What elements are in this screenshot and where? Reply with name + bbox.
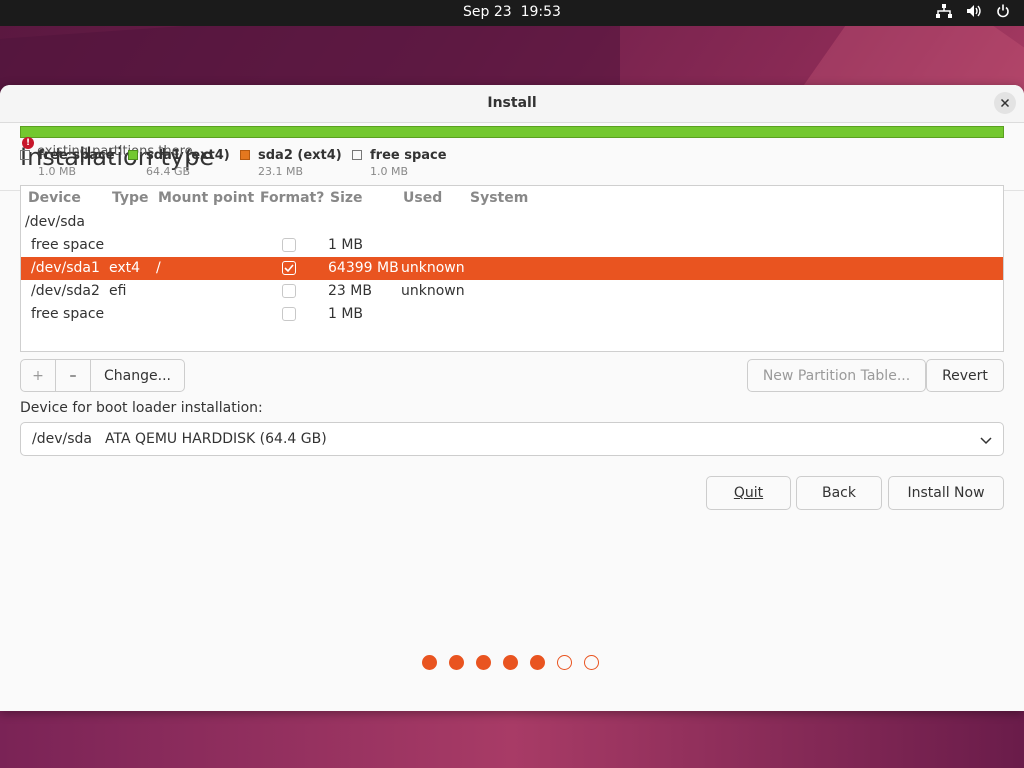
step-dot [584,655,599,670]
table-row[interactable]: /dev/sda [21,211,1003,234]
used-cell: unknown [401,260,465,276]
progress-steps [422,655,599,670]
table-row-selected[interactable]: /dev/sda1 ext4 / 64399 MB unknown [21,257,1003,280]
window-title: Install [487,95,537,111]
device-cell: free space [31,237,105,253]
format-checkbox[interactable] [282,284,296,298]
revert-button[interactable]: Revert [926,359,1004,392]
change-partition-button[interactable]: Change... [91,360,184,391]
legend-swatch [20,150,30,160]
device-cell: /dev/sda1 [31,260,100,276]
legend-size: 1.0 MB [370,165,409,178]
boot-loader-select[interactable]: /dev/sda ATA QEMU HARDDISK (64.4 GB) [20,422,1004,456]
quit-button[interactable]: Quit [706,476,791,510]
close-button[interactable] [994,92,1016,114]
size-cell: 1 MB [328,306,364,322]
power-icon[interactable] [996,4,1010,18]
device-cell: free space [31,306,105,322]
network-icon[interactable] [936,4,952,18]
size-cell: 64399 MB [328,260,399,276]
install-now-button[interactable]: Install Now [888,476,1004,510]
top-bar: Sep 23 19:53 [0,0,1024,26]
back-button[interactable]: Back [796,476,882,510]
column-header-type[interactable]: Type [112,190,149,206]
step-dot [557,655,572,670]
volume-icon[interactable] [966,4,982,18]
column-header-device[interactable]: Device [28,190,81,206]
boot-device-description: ATA QEMU HARDDISK (64.4 GB) [105,431,327,447]
used-cell: unknown [401,283,465,299]
legend-label: free space [38,148,115,163]
column-header-mount[interactable]: Mount point [158,190,254,206]
boot-loader-label: Device for boot loader installation: [20,400,263,416]
partition-bar [20,126,1004,138]
size-cell: 1 MB [328,237,364,253]
clock-date: Sep 23 [463,4,512,20]
legend-size: 23.1 MB [258,165,304,178]
step-dot [503,655,518,670]
type-cell: ext4 [109,260,141,276]
step-dot [449,655,464,670]
step-dot [422,655,437,670]
clock[interactable]: Sep 23 19:53 [0,4,1024,20]
partition-toolbar: + – Change... [20,359,185,392]
legend-size: 64.4 GB [146,165,191,178]
step-dot [530,655,545,670]
legend-label: sda1 (ext4) [146,148,230,163]
system-tray[interactable] [936,4,1010,18]
legend-swatch [240,150,250,160]
legend-size: 1.0 MB [38,165,77,178]
format-checkbox[interactable] [282,238,296,252]
size-cell: 23 MB [328,283,372,299]
table-row[interactable]: free space 1 MB [21,303,1003,326]
type-cell: efi [109,283,127,299]
legend-swatch [128,150,138,160]
new-partition-table-button[interactable]: New Partition Table... [747,359,926,392]
format-checkbox[interactable] [282,261,296,275]
clock-time: 19:53 [520,4,561,20]
close-icon [1000,98,1010,108]
format-checkbox[interactable] [282,307,296,321]
legend-swatch [352,150,362,160]
column-header-size[interactable]: Size [330,190,363,206]
add-partition-button[interactable]: + [21,360,55,391]
table-row[interactable]: /dev/sda2 efi 23 MB unknown [21,280,1003,303]
device-cell: /dev/sda2 [31,283,100,299]
table-row[interactable]: free space 1 MB [21,234,1003,257]
column-header-system[interactable]: System [470,190,528,206]
chevron-down-icon [980,433,992,449]
step-dot [476,655,491,670]
boot-device: /dev/sda [32,431,92,447]
partition-table[interactable]: Device Type Mount point Format? Size Use… [20,185,1004,352]
checkmark-icon [284,264,294,273]
column-header-format[interactable]: Format? [260,190,324,206]
mount-cell: / [156,260,161,276]
legend-label: free space [370,148,447,163]
window-titlebar[interactable]: Install [0,85,1024,123]
device-cell: /dev/sda [25,214,85,230]
partition-legend: free space 1.0 MB sda1 (ext4) 64.4 GB sd… [20,148,720,180]
remove-partition-button[interactable]: – [56,360,90,391]
legend-label: sda2 (ext4) [258,148,342,163]
column-header-used[interactable]: Used [403,190,442,206]
